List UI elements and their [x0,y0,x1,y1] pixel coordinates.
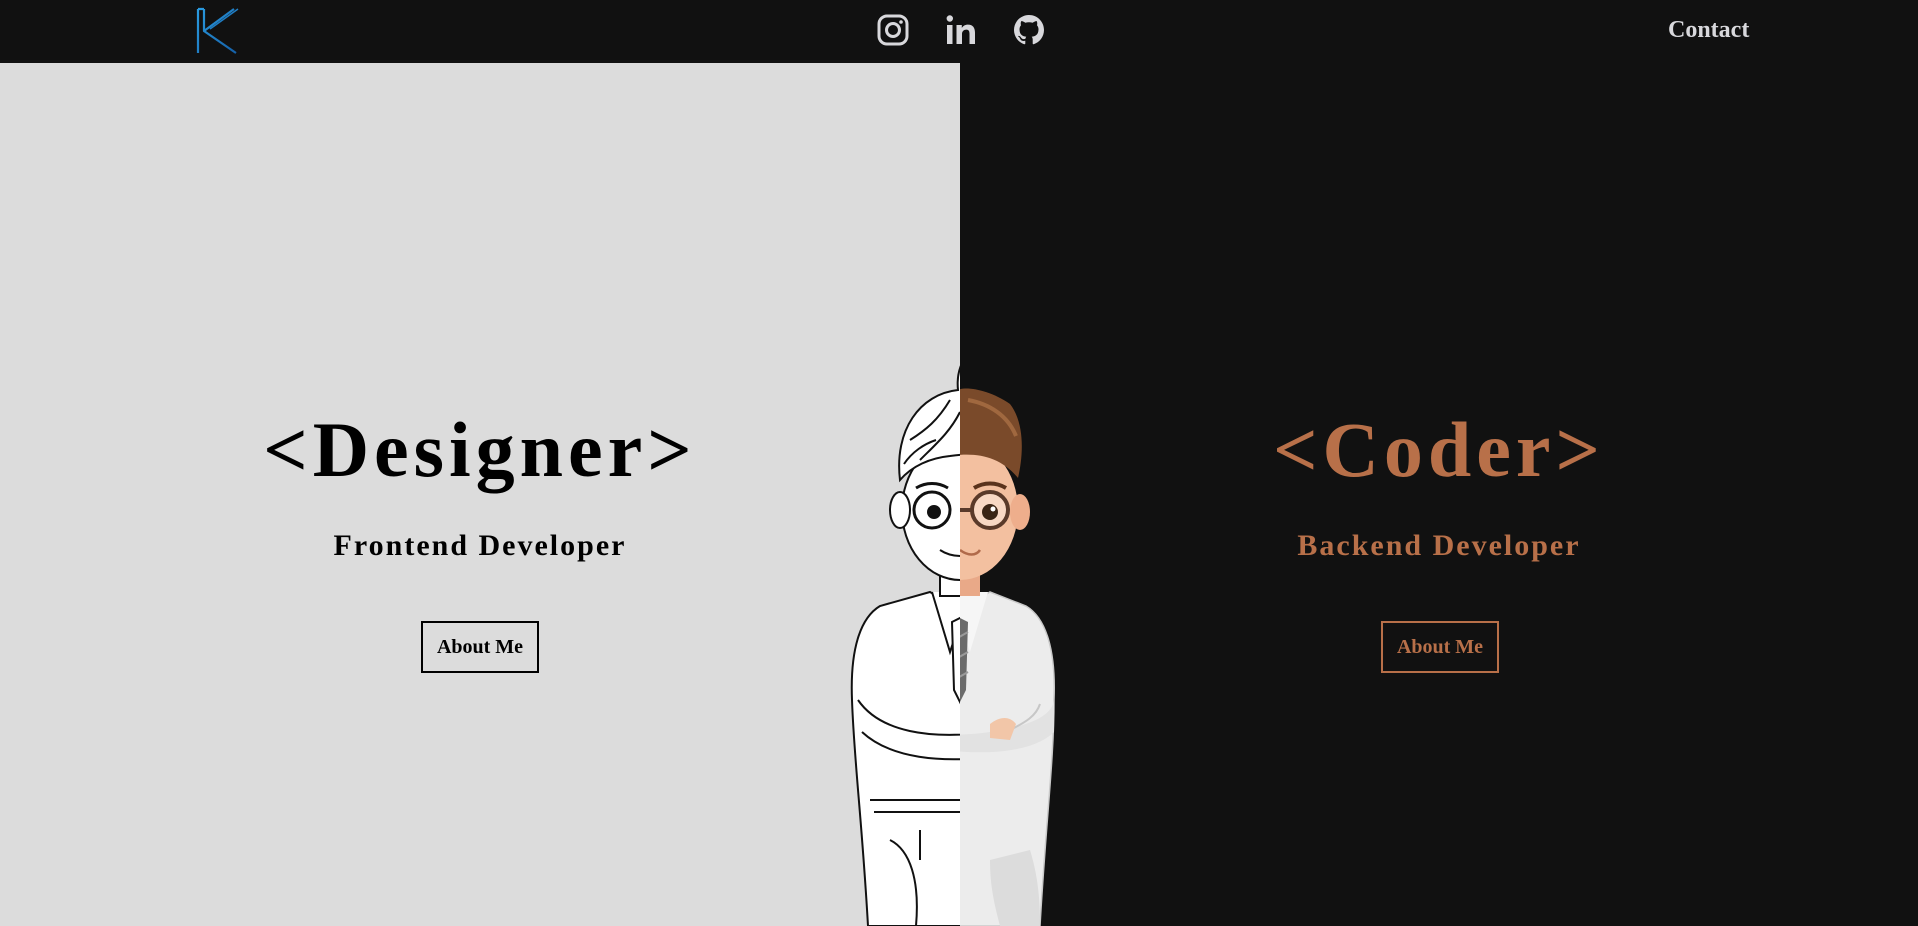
coder-section: <Coder> Backend Developer About Me [960,63,1918,926]
social-links [876,13,1046,47]
contact-link[interactable]: Contact [1668,17,1749,44]
developer-character-illustration [850,365,1055,926]
github-icon[interactable] [1012,13,1046,47]
logo-k-icon[interactable] [194,7,240,55]
designer-about-button[interactable]: About Me [421,621,539,673]
coder-title: <Coder> [1273,406,1605,493]
coder-about-button[interactable]: About Me [1381,621,1499,673]
designer-section: <Designer> Frontend Developer About Me [0,63,960,926]
designer-subtitle: Frontend Developer [333,529,627,562]
coder-subtitle: Backend Developer [1297,529,1581,562]
instagram-icon[interactable] [876,13,910,47]
designer-title: <Designer> [263,406,697,493]
linkedin-icon[interactable] [944,13,978,47]
top-navbar: Contact [0,0,1918,63]
